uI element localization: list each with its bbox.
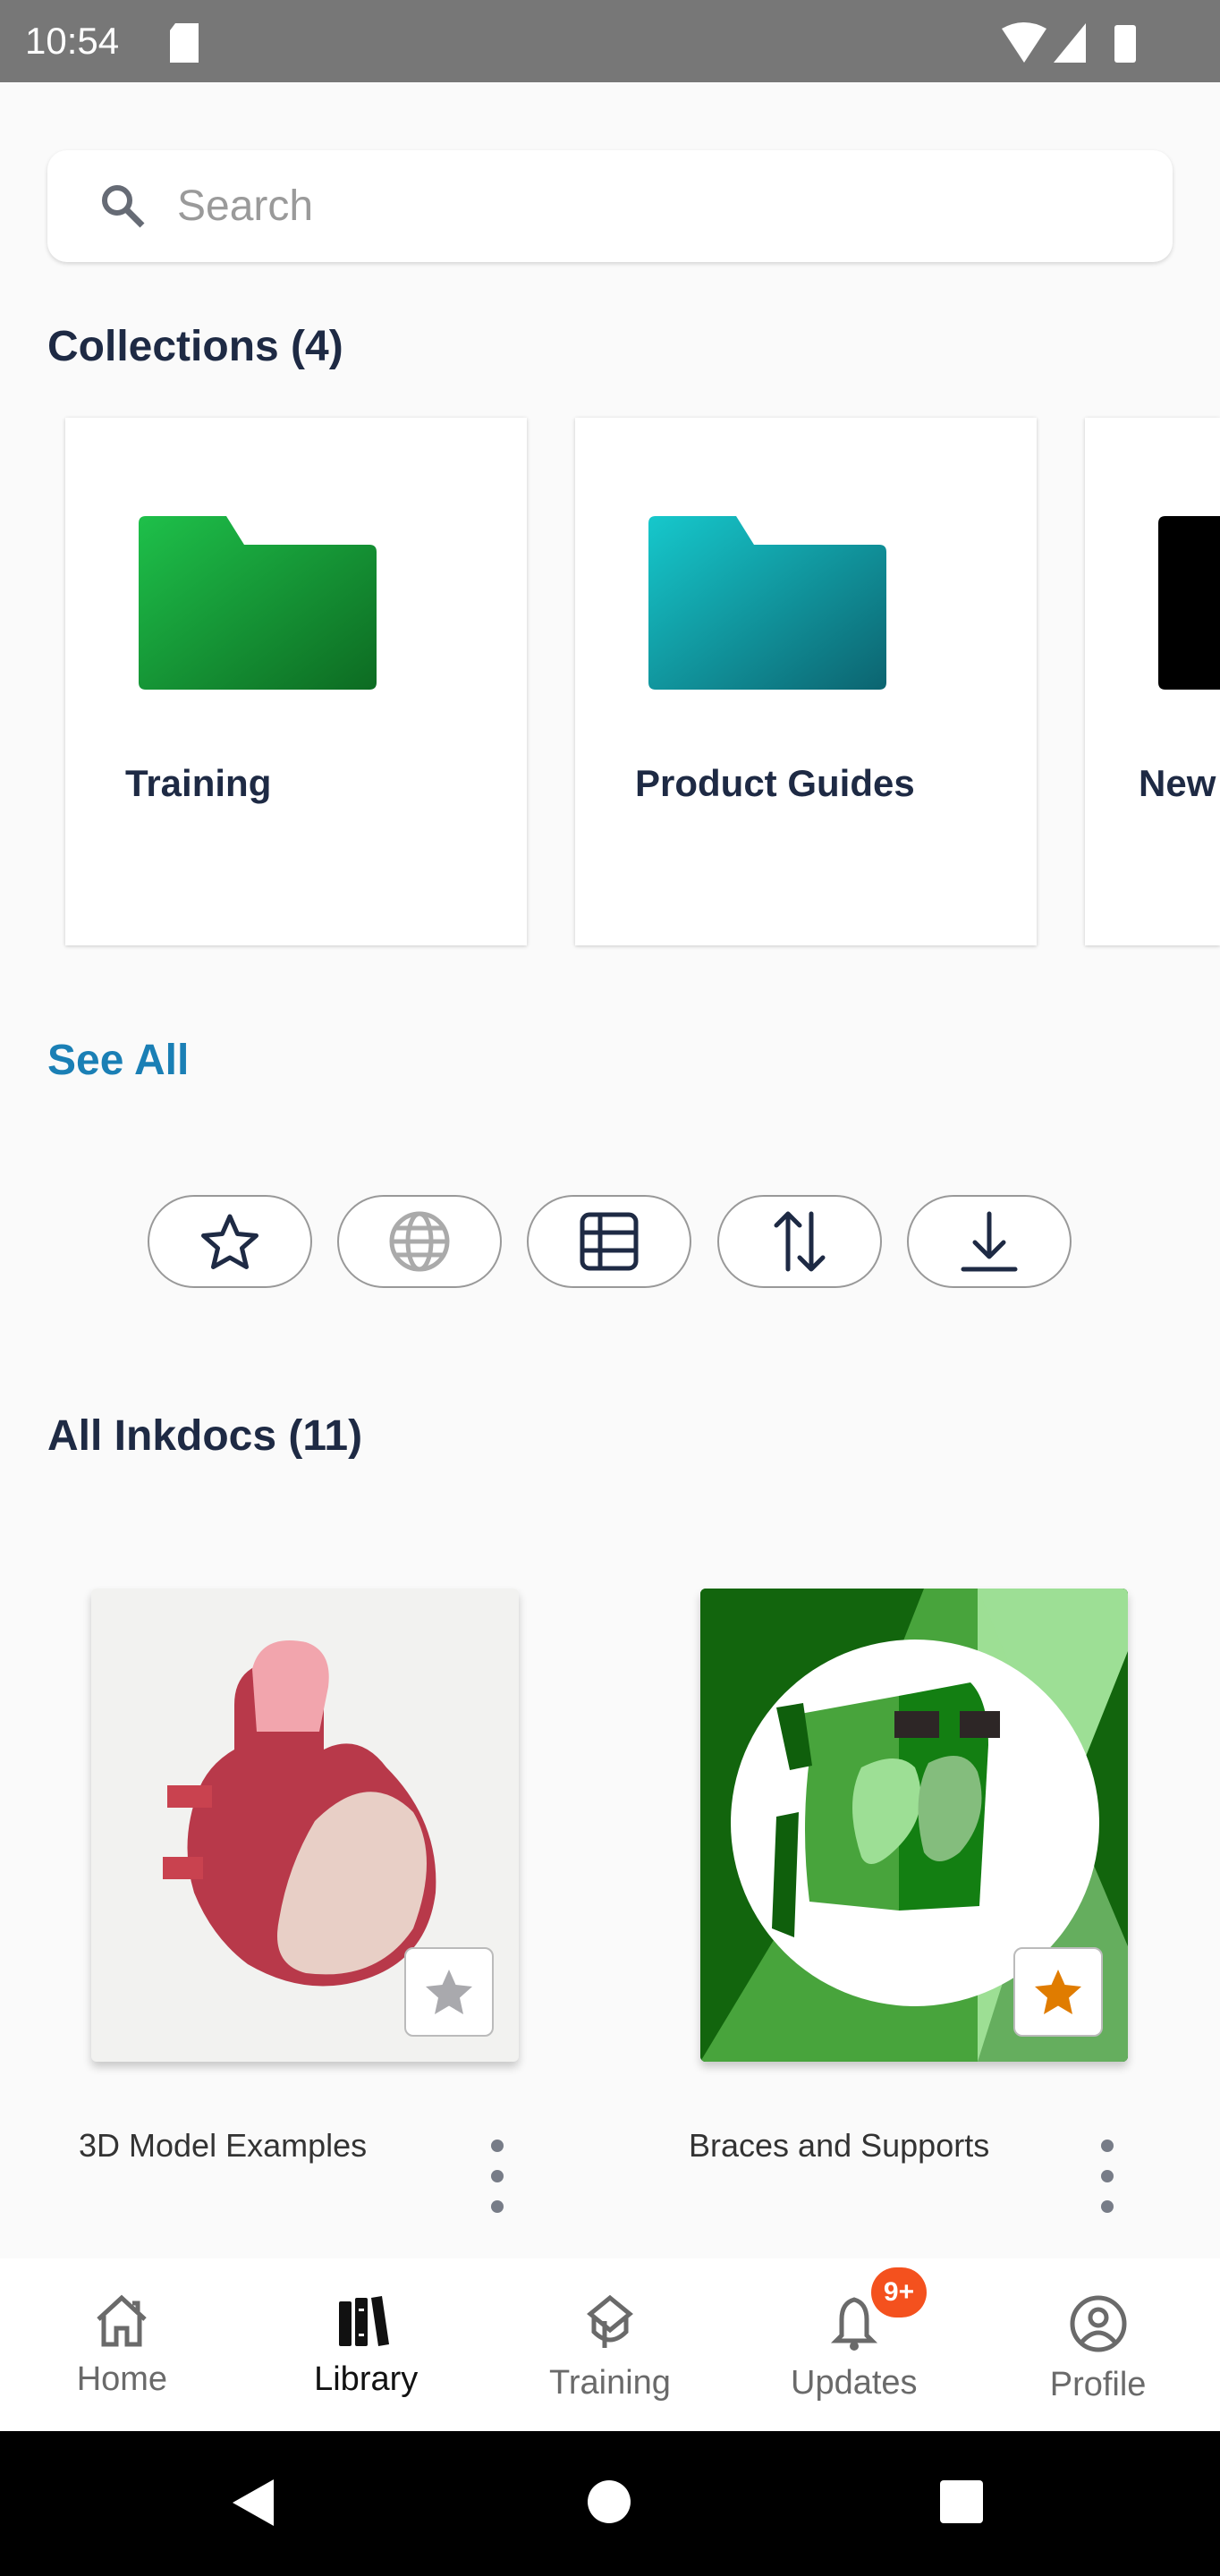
- folder-icon: [1158, 516, 1220, 690]
- download-icon: [961, 1211, 1018, 1272]
- search-icon: [102, 185, 145, 228]
- system-navigation-bar: [0, 2431, 1220, 2576]
- graduation-cap-icon: [587, 2294, 633, 2348]
- updates-badge: 9+: [871, 2267, 927, 2318]
- status-bar: 10:54: [0, 0, 1220, 82]
- nav-label: Updates: [791, 2364, 918, 2402]
- sort-button[interactable]: [717, 1195, 882, 1288]
- clock: 10:54: [25, 20, 120, 62]
- collection-card-new[interactable]: New: [1085, 418, 1220, 945]
- inkdoc-title: 3D Model Examples: [79, 2127, 368, 2164]
- dot-icon: [491, 2170, 504, 2182]
- folder-icon: [648, 516, 886, 690]
- nav-home[interactable]: Home: [0, 2258, 244, 2431]
- inkdoc-thumbnail-braces-and-supports[interactable]: [700, 1589, 1128, 2062]
- bottom-navigation: Home Library Training Updates Profile: [0, 2258, 1220, 2431]
- view-toggle-button[interactable]: [527, 1195, 691, 1288]
- collection-label: New: [1139, 762, 1216, 804]
- profile-icon: [1070, 2295, 1127, 2352]
- favorite-toggle[interactable]: [1013, 1947, 1103, 2037]
- star-icon: [201, 1214, 258, 1269]
- collection-card-training[interactable]: Training: [65, 418, 527, 945]
- nav-label: Library: [314, 2360, 419, 2398]
- table-icon: [580, 1212, 639, 1271]
- download-filter-button[interactable]: [907, 1195, 1072, 1288]
- more-options-button[interactable]: [1089, 2136, 1125, 2216]
- favorites-filter-button[interactable]: [148, 1195, 312, 1288]
- nav-label: Profile: [1049, 2366, 1147, 2403]
- globe-icon: [389, 1211, 450, 1272]
- collection-card-product-guides[interactable]: Product Guides: [575, 418, 1037, 945]
- nav-training[interactable]: Training: [488, 2258, 733, 2431]
- sort-icon: [774, 1211, 826, 1272]
- home-icon: [97, 2294, 148, 2347]
- library-icon: [339, 2296, 390, 2346]
- collection-label: Product Guides: [635, 762, 915, 804]
- dot-icon: [1101, 2140, 1114, 2152]
- star-icon: [426, 1970, 472, 2014]
- search-bar[interactable]: [47, 150, 1173, 262]
- wifi-signal-battery-icons: [1002, 22, 1136, 63]
- folder-icon: [139, 516, 377, 690]
- home-circle-icon[interactable]: [587, 2479, 631, 2524]
- inkdoc-thumbnail-3d-model-examples[interactable]: [91, 1589, 519, 2062]
- nav-label: Training: [549, 2364, 671, 2402]
- nav-profile[interactable]: Profile: [976, 2258, 1220, 2431]
- nav-updates[interactable]: Updates: [732, 2258, 976, 2431]
- dot-icon: [491, 2200, 504, 2213]
- back-icon[interactable]: [231, 2478, 275, 2528]
- all-inkdocs-heading: All Inkdocs (11): [47, 1412, 363, 1460]
- dot-icon: [1101, 2170, 1114, 2182]
- dot-icon: [1101, 2200, 1114, 2213]
- more-options-button[interactable]: [479, 2136, 515, 2216]
- nav-library[interactable]: Library: [244, 2258, 488, 2431]
- search-input[interactable]: [177, 177, 1072, 234]
- star-icon: [1035, 1970, 1081, 2014]
- favorite-toggle[interactable]: [404, 1947, 494, 2037]
- dot-icon: [491, 2140, 504, 2152]
- nav-label: Home: [76, 2360, 168, 2398]
- recents-icon[interactable]: [939, 2479, 984, 2524]
- collection-label: Training: [125, 762, 272, 804]
- sd-card-icon: [170, 23, 199, 63]
- inkdoc-title: Braces and Supports: [689, 2127, 990, 2164]
- language-filter-button[interactable]: [337, 1195, 502, 1288]
- collections-heading: Collections (4): [47, 323, 343, 370]
- see-all-link[interactable]: See All: [47, 1036, 189, 1085]
